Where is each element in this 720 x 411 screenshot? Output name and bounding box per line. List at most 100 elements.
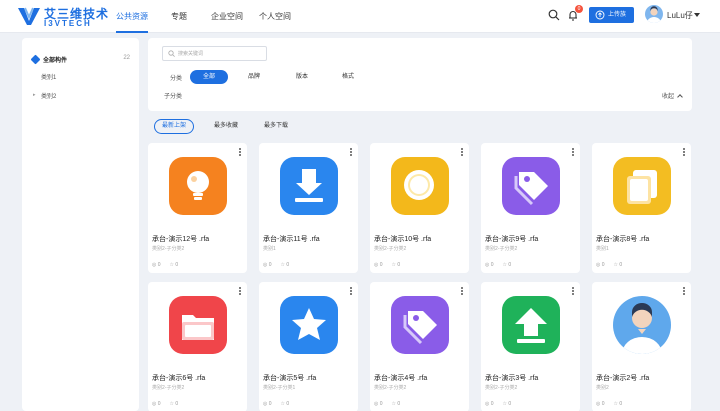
more-options-icon[interactable] <box>350 287 353 296</box>
card-title[interactable]: 承台-演示3号 .rfa <box>485 373 538 383</box>
card-title[interactable]: 承台-演示6号 .rfa <box>152 373 205 383</box>
card-views: ◎ 0 <box>485 262 494 268</box>
tag-icon <box>391 296 449 354</box>
more-options-icon[interactable] <box>239 287 242 296</box>
card-title[interactable]: 承台-演示5号 .rfa <box>263 373 316 383</box>
component-card[interactable]: 承台-演示8号 .rfa 类别1 ◎ 0 ☆ 0 <box>592 143 691 273</box>
card-views: ◎ 0 <box>374 401 383 407</box>
card-stars: ☆ 0 <box>391 262 401 268</box>
card-stats: ◎ 0 ☆ 0 <box>152 262 187 268</box>
component-card[interactable]: 承台-演示11号 .rfa 类别1 ◎ 0 ☆ 0 <box>259 143 358 273</box>
card-category: 类别2 <box>596 385 609 391</box>
card-views: ◎ 0 <box>485 401 494 407</box>
card-title[interactable]: 承台-演示2号 .rfa <box>596 373 649 383</box>
card-category: 类别1 <box>596 246 609 252</box>
category-sidebar: 全部构件 22 类别1 ▸ 类别2 <box>22 38 139 411</box>
more-options-icon[interactable] <box>683 287 686 296</box>
upload-label: 上传族 <box>608 12 627 18</box>
nav-enterprise-space[interactable]: 企业空间 <box>211 0 243 33</box>
sort-tab-most-downloaded[interactable]: 最多下载 <box>259 119 293 134</box>
card-stars: ☆ 0 <box>613 401 623 407</box>
cloud-upload-icon <box>595 10 605 20</box>
user-avatar-icon <box>647 6 661 23</box>
card-stats: ◎ 0 ☆ 0 <box>485 262 520 268</box>
sidebar-item-all[interactable]: 全部构件 <box>43 55 67 64</box>
component-card[interactable]: 承台-演示2号 .rfa 类别2 ◎ 0 ☆ 0 <box>592 282 691 411</box>
filter-panel: 分类 全部 品牌 版本 格式 子分类 收起 <box>148 38 692 111</box>
brand-logo-icon[interactable] <box>17 5 41 27</box>
sidebar-item-category-1[interactable]: 类别1 <box>41 72 56 81</box>
component-card[interactable]: 承台-演示10号 .rfa 类别2-子分类2 ◎ 0 ☆ 0 <box>370 143 469 273</box>
notification-badge: 0 <box>575 5 583 13</box>
card-title[interactable]: 承台-演示8号 .rfa <box>596 234 649 244</box>
card-title[interactable]: 承台-演示4号 .rfa <box>374 373 427 383</box>
component-card[interactable]: 承台-演示6号 .rfa 类别2-子分类2 ◎ 0 ☆ 0 <box>148 282 247 411</box>
user-name[interactable]: LuLu仔 <box>667 10 693 21</box>
card-stars: ☆ 0 <box>502 401 512 407</box>
folder-icon <box>169 296 227 354</box>
card-category: 类别1 <box>263 246 276 252</box>
nav-topics[interactable]: 专题 <box>171 0 187 33</box>
card-views: ◎ 0 <box>596 262 605 268</box>
upload-button[interactable]: 上传族 <box>589 7 634 23</box>
card-views: ◎ 0 <box>596 401 605 407</box>
more-options-icon[interactable] <box>461 287 464 296</box>
component-card[interactable]: 承台-演示4号 .rfa 类别2-子分类2 ◎ 0 ☆ 0 <box>370 282 469 411</box>
card-title[interactable]: 承台-演示9号 .rfa <box>485 234 538 244</box>
collapse-label: 收起 <box>661 94 674 100</box>
star-icon <box>280 296 338 354</box>
card-category: 类别2-子分类2 <box>485 246 518 252</box>
card-category: 类别2-子分类2 <box>485 385 518 391</box>
search-icon[interactable] <box>548 9 560 21</box>
card-views: ◎ 0 <box>152 262 161 268</box>
component-card[interactable]: 承台-演示3号 .rfa 类别2-子分类2 ◎ 0 ☆ 0 <box>481 282 580 411</box>
nav-personal-space[interactable]: 个人空间 <box>259 0 291 33</box>
filter-tag-format[interactable]: 格式 <box>342 70 354 84</box>
sort-tab-most-favorited[interactable]: 最多收藏 <box>209 119 243 134</box>
card-category: 类别2-子分类1 <box>263 385 296 391</box>
lightbulb-icon <box>169 157 227 215</box>
chevron-up-icon <box>677 94 683 100</box>
sidebar-item-category-2[interactable]: 类别2 <box>41 91 56 100</box>
component-card[interactable]: 承台-演示5号 .rfa 类别2-子分类1 ◎ 0 ☆ 0 <box>259 282 358 411</box>
caret-right-icon[interactable]: ▸ <box>33 92 36 98</box>
more-options-icon[interactable] <box>239 148 242 157</box>
more-options-icon[interactable] <box>572 148 575 157</box>
card-category: 类别2-子分类2 <box>152 246 185 252</box>
filter-tag-all[interactable]: 全部 <box>190 70 228 84</box>
component-card[interactable]: 承台-演示12号 .rfa 类别2-子分类2 ◎ 0 ☆ 0 <box>148 143 247 273</box>
collapse-toggle[interactable]: 收起 <box>661 91 683 100</box>
filter-row-label: 分类 <box>170 76 183 82</box>
more-options-icon[interactable] <box>683 148 686 157</box>
download-icon <box>280 157 338 215</box>
more-options-icon[interactable] <box>572 287 575 296</box>
component-card[interactable]: 承台-演示9号 .rfa 类别2-子分类2 ◎ 0 ☆ 0 <box>481 143 580 273</box>
search-box[interactable] <box>162 46 267 61</box>
upload-arrow-icon <box>502 296 560 354</box>
sidebar-all-count: 22 <box>123 55 130 61</box>
card-stats: ◎ 0 ☆ 0 <box>596 401 631 407</box>
card-category: 类别2-子分类2 <box>374 246 407 252</box>
card-stats: ◎ 0 ☆ 0 <box>263 262 298 268</box>
sort-tab-newest[interactable]: 最新上架 <box>154 119 194 134</box>
user-avatar[interactable] <box>645 5 663 23</box>
top-header: 艾三维技术 I3VTECH 公共资源 专题 企业空间 个人空间 0 上传族 Lu… <box>0 0 720 33</box>
chevron-down-icon[interactable] <box>694 13 700 17</box>
magnifier-icon <box>391 157 449 215</box>
more-options-icon[interactable] <box>461 148 464 157</box>
card-title[interactable]: 承台-演示12号 .rfa <box>152 234 209 244</box>
user-avatar-icon <box>613 296 671 354</box>
more-options-icon[interactable] <box>350 148 353 157</box>
search-input[interactable] <box>178 48 263 59</box>
filter-tag-brand[interactable]: 品牌 <box>248 70 260 84</box>
card-category: 类别2-子分类2 <box>374 385 407 391</box>
card-stats: ◎ 0 ☆ 0 <box>263 401 298 407</box>
card-stars: ☆ 0 <box>613 262 623 268</box>
search-icon <box>168 50 175 57</box>
card-stars: ☆ 0 <box>280 262 290 268</box>
filter-tag-version[interactable]: 版本 <box>296 70 308 84</box>
card-stats: ◎ 0 ☆ 0 <box>152 401 187 407</box>
card-title[interactable]: 承台-演示11号 .rfa <box>263 234 320 244</box>
card-title[interactable]: 承台-演示10号 .rfa <box>374 234 431 244</box>
nav-public-resources[interactable]: 公共资源 <box>116 0 148 33</box>
